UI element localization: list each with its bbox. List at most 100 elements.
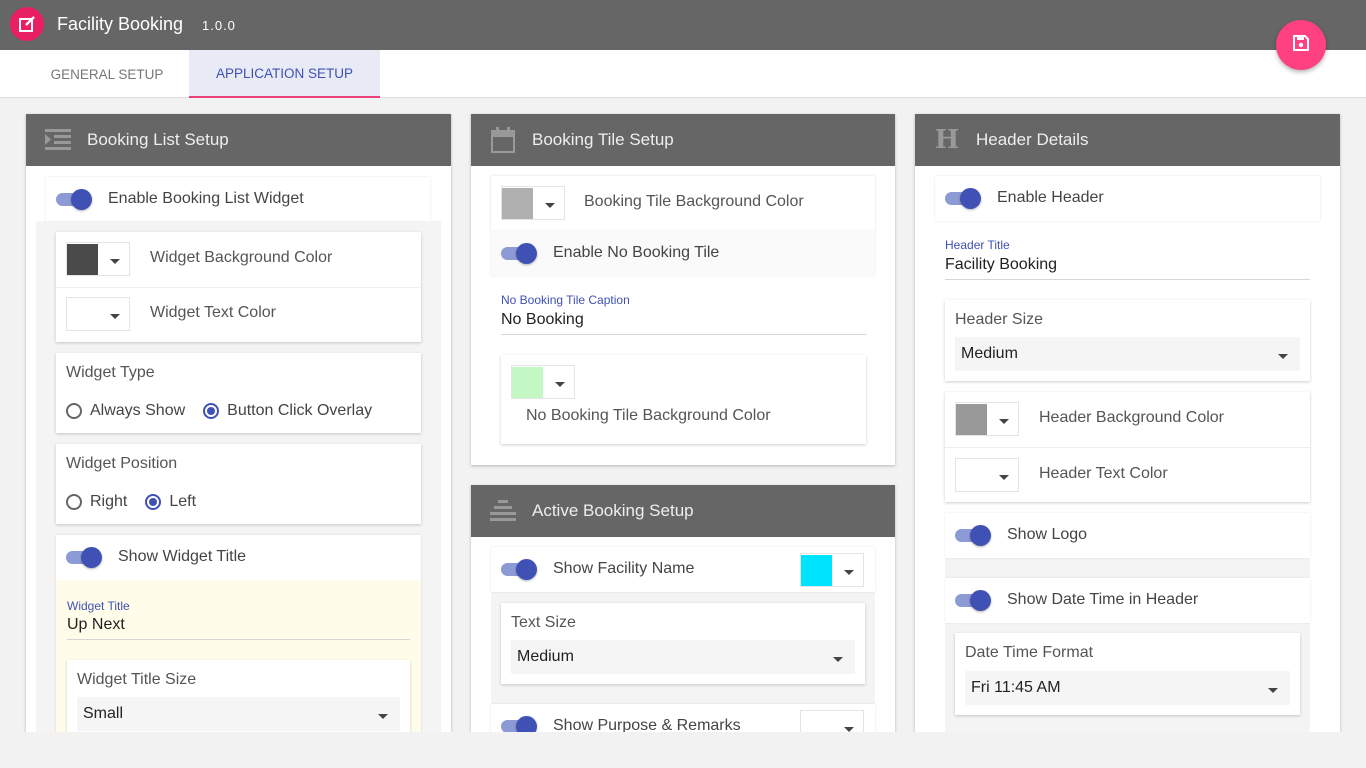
radio-button-click-overlay[interactable]: Button Click Overlay	[203, 402, 372, 420]
enable-header-row: Enable Header	[945, 187, 1104, 209]
toggle-label: Show Purpose & Remarks	[553, 717, 741, 732]
widget-position-radio-group: Right Left	[66, 493, 214, 511]
show-widget-title-toggle[interactable]	[66, 546, 102, 568]
widget-title-size-select[interactable]: Small	[77, 697, 400, 731]
show-facility-toggle[interactable]	[501, 558, 537, 580]
calendar-icon	[490, 127, 516, 153]
color-swatch	[956, 403, 987, 435]
no-booking-caption-label: No Booking Tile Caption	[501, 293, 630, 307]
app-version: 1.0.0	[202, 18, 236, 33]
edit-square-icon	[10, 7, 44, 41]
no-booking-bg-card: No Booking Tile Background Color	[501, 355, 866, 444]
app-title: Facility Booking	[57, 14, 184, 34]
radio-left[interactable]: Left	[145, 493, 196, 511]
facility-name-color-picker[interactable]	[800, 553, 864, 587]
header-size-card: Header Size Medium	[945, 300, 1310, 381]
enable-header-toggle[interactable]	[945, 187, 981, 209]
widget-type-card: Widget Type Always Show Button Click Ove…	[56, 353, 421, 433]
no-booking-bg-label: No Booking Tile Background Color	[526, 407, 771, 424]
header-text-color-picker[interactable]	[955, 458, 1019, 492]
text-size-card: Text Size Medium	[501, 603, 865, 684]
toggle-label: Enable Header	[997, 189, 1104, 206]
header-bg-color-label: Header Background Color	[1039, 409, 1224, 426]
chevron-down-icon	[1268, 688, 1278, 693]
widget-bg-color-label: Widget Background Color	[150, 249, 333, 266]
color-swatch	[801, 711, 832, 732]
toggle-label: Show Facility Name	[553, 560, 695, 577]
booking-list-panel: Booking List Setup Enable Booking List W…	[26, 114, 451, 732]
datetime-format-label: Date Time Format	[965, 644, 1094, 661]
datetime-format-card: Date Time Format Fri 11:45 AM	[955, 633, 1300, 715]
toggle-label: Show Date Time in Header	[1007, 591, 1199, 608]
chevron-down-icon	[1278, 354, 1288, 359]
no-booking-caption-input[interactable]: No Booking	[501, 311, 584, 329]
toggle-label: Show Widget Title	[118, 548, 247, 565]
header-text-color-label: Header Text Color	[1039, 465, 1168, 482]
header-title-field-label: Header Title	[945, 238, 1010, 252]
booking-list-header: Booking List Setup	[26, 114, 451, 166]
tab-application-setup[interactable]: APPLICATION SETUP	[189, 50, 380, 98]
stacked-lines-icon	[490, 498, 516, 524]
color-swatch	[801, 554, 832, 586]
widget-colors-card: Widget Background Color Widget Text Colo…	[56, 232, 421, 342]
show-logo-toggle[interactable]	[955, 524, 991, 546]
enable-no-booking-toggle[interactable]	[501, 242, 537, 264]
enable-widget-toggle[interactable]	[56, 188, 92, 210]
toggle-label: Enable No Booking Tile	[553, 244, 720, 261]
save-button[interactable]	[1276, 20, 1326, 70]
chevron-down-icon	[833, 657, 843, 662]
widget-bg-color-picker[interactable]	[66, 242, 130, 276]
show-purpose-toggle[interactable]	[501, 715, 537, 732]
tile-bg-color-picker[interactable]	[501, 186, 565, 220]
color-swatch	[956, 459, 987, 491]
widget-title-size-label: Widget Title Size	[77, 671, 197, 688]
no-booking-bg-color-picker[interactable]	[511, 365, 575, 399]
content-area: Booking List Setup Enable Booking List W…	[0, 99, 1366, 732]
widget-title-input[interactable]: Up Next	[67, 616, 125, 634]
widget-position-card: Widget Position Right Left	[56, 444, 421, 524]
header-size-select[interactable]: Medium	[955, 337, 1300, 371]
widget-type-radio-group: Always Show Button Click Overlay	[66, 402, 390, 420]
panel-title: Booking List Setup	[87, 130, 229, 149]
color-swatch	[502, 187, 533, 219]
datetime-format-select[interactable]: Fri 11:45 AM	[965, 671, 1290, 705]
enable-header-card: Enable Header	[935, 176, 1320, 221]
widget-type-label: Widget Type	[66, 364, 155, 381]
tab-general-setup[interactable]: GENERAL SETUP	[25, 50, 189, 98]
toggle-label: Show Logo	[1007, 526, 1088, 543]
bottom-bar	[0, 732, 1366, 768]
show-datetime-toggle[interactable]	[955, 589, 991, 611]
enable-no-booking-row: Enable No Booking Tile	[501, 242, 719, 264]
enable-no-booking-card: Enable No Booking Tile	[491, 231, 875, 276]
save-icon	[1291, 33, 1311, 58]
toggle-label: Enable Booking List Widget	[108, 190, 304, 207]
purpose-color-picker[interactable]	[800, 710, 864, 732]
show-widget-title-row: Show Widget Title	[66, 546, 246, 568]
booking-tile-header: Booking Tile Setup	[471, 114, 895, 166]
chevron-down-icon	[378, 714, 388, 719]
text-size-select[interactable]: Medium	[511, 640, 855, 674]
header-colors-card: Header Background Color Header Text Colo…	[945, 392, 1310, 502]
enable-widget-row: Enable Booking List Widget	[56, 188, 304, 210]
radio-always-show[interactable]: Always Show	[66, 402, 185, 420]
header-title-input[interactable]: Facility Booking	[945, 256, 1057, 274]
radio-right[interactable]: Right	[66, 493, 127, 511]
show-facility-row: Show Facility Name	[501, 558, 694, 580]
show-logo-card: Show Logo	[945, 513, 1310, 558]
show-facility-card: Show Facility Name	[491, 547, 875, 592]
active-booking-header: Active Booking Setup	[471, 485, 895, 537]
header-details-panel: H Header Details Enable Header Header Ti…	[915, 114, 1340, 732]
color-swatch	[512, 366, 543, 398]
text-size-label: Text Size	[511, 614, 576, 631]
panel-title: Active Booking Setup	[532, 501, 694, 520]
show-datetime-card: Show Date Time in Header	[945, 578, 1310, 623]
color-swatch	[67, 298, 98, 330]
header-details-header: H Header Details	[915, 114, 1340, 166]
color-swatch	[67, 243, 98, 275]
enable-widget-card: Enable Booking List Widget	[46, 177, 430, 221]
header-bg-color-picker[interactable]	[955, 402, 1019, 436]
show-purpose-card: Show Purpose & Remarks	[491, 704, 875, 732]
app-bar: Facility Booking 1.0.0	[0, 0, 1366, 50]
widget-text-color-picker[interactable]	[66, 297, 130, 331]
widget-title-field-label: Widget Title	[67, 599, 130, 613]
